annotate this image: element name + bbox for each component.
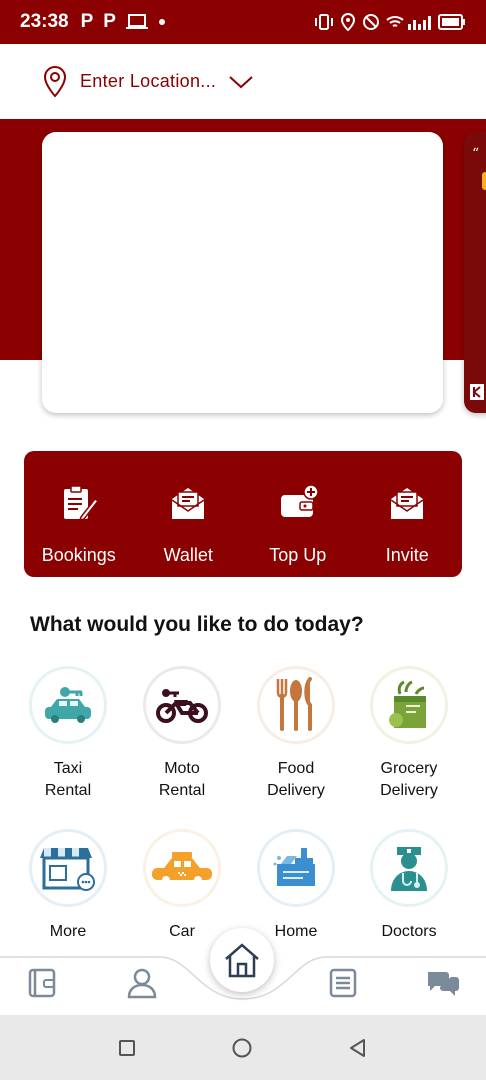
- nav-chat[interactable]: [425, 965, 461, 1001]
- bookings-label: Bookings: [41, 545, 116, 565]
- section-title: What would you like to do today?: [30, 613, 364, 636]
- system-navigation-bar: [0, 1015, 486, 1080]
- bookings-icon: [63, 485, 99, 522]
- service-label: Grocery Delivery: [380, 758, 438, 802]
- top-up-button[interactable]: Top Up: [243, 451, 353, 577]
- invite-envelope-icon: [390, 488, 424, 519]
- doctor-icon: [391, 847, 427, 891]
- dot-icon: [158, 19, 165, 25]
- service-more[interactable]: More: [11, 829, 125, 943]
- grocery-bag-icon: [389, 680, 426, 728]
- service-doctors[interactable]: Doctors: [352, 829, 466, 943]
- service-icon-circle: [257, 666, 335, 744]
- invite-button[interactable]: Invite: [353, 451, 463, 577]
- service-icon-circle: [29, 829, 107, 907]
- service-home[interactable]: Home: [239, 829, 353, 943]
- service-label-line: More: [49, 923, 87, 940]
- wallet-button[interactable]: Wallet: [134, 451, 244, 577]
- quote-mark-icon: “: [472, 146, 480, 162]
- home-cleaning-icon: [273, 848, 315, 886]
- service-label: More: [50, 921, 86, 943]
- service-label-line: Grocery: [380, 760, 438, 777]
- nav-orders[interactable]: [325, 965, 361, 1001]
- service-car[interactable]: Car: [125, 829, 239, 943]
- battery-icon: [438, 14, 465, 30]
- service-label-line: Home: [274, 923, 318, 940]
- service-label: Taxi Rental: [45, 758, 91, 802]
- top-up-wallet-icon: [280, 484, 318, 517]
- motorbike-icon: [156, 689, 208, 723]
- top-up-label: Top Up: [269, 545, 327, 565]
- store-icon: [40, 848, 95, 891]
- parking-app-icon: P: [80, 11, 94, 32]
- status-bar: 23:38 P P: [0, 0, 486, 44]
- chevron-down-icon[interactable]: [228, 74, 254, 90]
- wallet-icon: [28, 968, 56, 998]
- service-label: Home: [275, 921, 318, 943]
- home-system-button[interactable]: [231, 1037, 253, 1059]
- service-moto-rental[interactable]: Moto Rental: [125, 666, 239, 802]
- wallet-label: Wallet: [163, 545, 213, 565]
- wallet-envelope-icon: [171, 488, 205, 519]
- nav-home[interactable]: [210, 928, 274, 992]
- service-icon-circle: [370, 666, 448, 744]
- service-label: Food Delivery: [267, 758, 325, 802]
- service-label-line: Car: [169, 923, 195, 940]
- location-placeholder: Enter Location...: [80, 71, 217, 91]
- service-grocery-delivery[interactable]: Grocery Delivery: [352, 666, 466, 802]
- bookings-button[interactable]: Bookings: [24, 451, 134, 577]
- service-icon-circle: [370, 829, 448, 907]
- service-food-delivery[interactable]: Food Delivery: [239, 666, 353, 802]
- status-right-icons: [314, 13, 466, 31]
- promo-banner-next-card[interactable]: “: [464, 132, 486, 413]
- service-icon-circle: [143, 666, 221, 744]
- status-left-icons: P P: [81, 11, 166, 33]
- location-selector[interactable]: Enter Location...: [0, 44, 486, 119]
- laptop-icon: [125, 14, 148, 29]
- service-label-line: Taxi: [53, 760, 83, 777]
- wifi-signal-icon: [386, 16, 431, 30]
- nav-profile[interactable]: [124, 965, 160, 1001]
- parking-app-icon: P: [103, 11, 116, 32]
- service-label-line: Delivery: [380, 782, 438, 799]
- invite-label: Invite: [385, 545, 429, 565]
- back-button[interactable]: [348, 1038, 368, 1058]
- service-icon-circle: [29, 666, 107, 744]
- food-cutlery-icon: [276, 677, 312, 731]
- orders-list-icon: [329, 968, 357, 998]
- quick-actions-panel: Bookings Wallet Top Up Invite: [24, 451, 462, 577]
- service-label-line: Doctors: [381, 923, 437, 940]
- service-label-line: Rental: [44, 782, 92, 799]
- service-label: Doctors: [381, 921, 436, 943]
- service-label: Moto Rental: [159, 758, 205, 802]
- service-label-line: Moto: [164, 760, 200, 777]
- status-time: 23:38: [20, 11, 69, 32]
- service-label: Car: [169, 921, 195, 943]
- promo-banner-card[interactable]: [42, 132, 443, 413]
- taxi-car-icon: [45, 687, 91, 723]
- recents-button[interactable]: [118, 1039, 136, 1057]
- service-label-line: Delivery: [267, 782, 325, 799]
- banner-logo-icon: [470, 384, 484, 400]
- chat-icon: [428, 972, 459, 996]
- location-status-icon: [340, 13, 356, 31]
- vibrate-icon: [315, 14, 333, 30]
- banner-accent-mark: [482, 172, 486, 190]
- service-icon-circle: [143, 829, 221, 907]
- profile-icon: [127, 968, 157, 999]
- service-taxi-rental[interactable]: Taxi Rental: [11, 666, 125, 802]
- nav-wallet[interactable]: [24, 965, 60, 1001]
- do-not-disturb-icon: [363, 14, 379, 30]
- service-label-line: Food: [277, 760, 315, 777]
- service-label-line: Rental: [158, 782, 206, 799]
- yellow-taxi-icon: [152, 852, 212, 884]
- home-icon: [225, 943, 259, 978]
- service-icon-circle: [257, 829, 335, 907]
- location-pin-icon: [43, 65, 67, 97]
